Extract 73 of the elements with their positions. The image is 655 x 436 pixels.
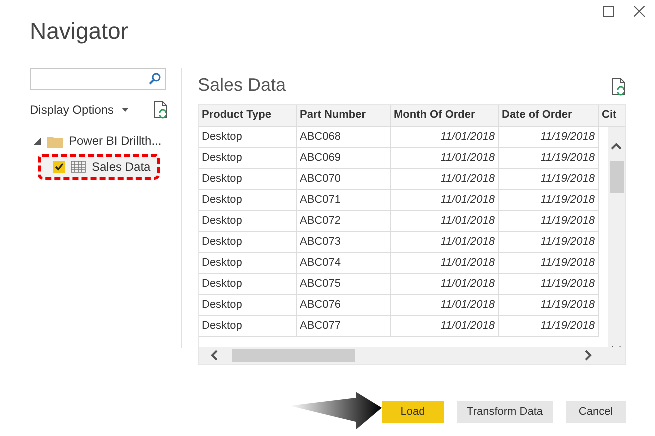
- refresh-icon[interactable]: [154, 101, 168, 119]
- table-cell: Desktop: [199, 253, 297, 274]
- expand-triangle-icon[interactable]: [34, 138, 41, 144]
- table-cell: 11/01/2018: [391, 169, 499, 190]
- scroll-thumb[interactable]: [232, 349, 355, 362]
- table-cell: 11/19/2018: [499, 211, 599, 232]
- table-cell: 11/19/2018: [499, 169, 599, 190]
- table-cell: 11/01/2018: [391, 211, 499, 232]
- search-icon[interactable]: [149, 73, 161, 85]
- maximize-icon[interactable]: [603, 6, 614, 17]
- column-header[interactable]: Product Type: [199, 105, 297, 127]
- folder-label: Power BI Drillth...: [69, 134, 162, 148]
- tree-item-label: Sales Data: [92, 160, 151, 174]
- table-cell: 11/19/2018: [499, 274, 599, 295]
- table-cell: 11/19/2018: [499, 127, 599, 148]
- scroll-right-icon[interactable]: [585, 350, 592, 361]
- table-cell: Desktop: [199, 211, 297, 232]
- table-cell: 11/01/2018: [391, 253, 499, 274]
- table-cell: 11/01/2018: [391, 295, 499, 316]
- table-cell: ABC075: [297, 274, 391, 295]
- refresh-icon[interactable]: [612, 78, 626, 96]
- column-header[interactable]: Part Number: [297, 105, 391, 127]
- table-cell: ABC068: [297, 127, 391, 148]
- table-cell: 11/01/2018: [391, 232, 499, 253]
- table-cell: Desktop: [199, 316, 297, 337]
- table-cell: ABC076: [297, 295, 391, 316]
- table-cell: Desktop: [199, 148, 297, 169]
- dialog-button[interactable]: Cancel: [566, 401, 626, 423]
- table-cell: 11/19/2018: [499, 232, 599, 253]
- table-cell: 11/19/2018: [499, 190, 599, 211]
- table-icon: [71, 161, 86, 173]
- window-title: Navigator: [30, 18, 128, 45]
- scroll-left-icon[interactable]: [211, 350, 218, 361]
- scroll-thumb[interactable]: [610, 161, 624, 193]
- table-cell: 11/01/2018: [391, 127, 499, 148]
- vertical-scrollbar[interactable]: [608, 127, 625, 349]
- dialog-button[interactable]: Transform Data: [457, 401, 554, 423]
- column-header[interactable]: Month Of Order: [391, 105, 499, 127]
- horizontal-scrollbar[interactable]: [199, 347, 625, 364]
- display-options-menu[interactable]: Display Options: [30, 103, 114, 117]
- table-cell: ABC069: [297, 148, 391, 169]
- checkbox[interactable]: [53, 161, 65, 173]
- table-cell: ABC073: [297, 232, 391, 253]
- table-cell: Desktop: [199, 169, 297, 190]
- table-cell: 11/01/2018: [391, 148, 499, 169]
- table-cell: 11/19/2018: [499, 253, 599, 274]
- table-cell: 11/19/2018: [499, 316, 599, 337]
- table-cell: Desktop: [199, 274, 297, 295]
- table-cell: ABC077: [297, 316, 391, 337]
- table-cell: 11/19/2018: [499, 148, 599, 169]
- tree-item[interactable]: Sales Data: [38, 154, 160, 180]
- search-field[interactable]: [30, 68, 166, 90]
- dialog-button[interactable]: Load: [382, 401, 444, 423]
- table-cell: ABC074: [297, 253, 391, 274]
- table-cell: 11/01/2018: [391, 316, 499, 337]
- caret-icon[interactable]: [122, 108, 130, 112]
- table-cell: ABC072: [297, 211, 391, 232]
- column-header[interactable]: Date of Order: [499, 105, 599, 127]
- table-cell: 11/19/2018: [499, 295, 599, 316]
- table-cell: Desktop: [199, 232, 297, 253]
- table-cell: Desktop: [199, 190, 297, 211]
- table-cell: 11/01/2018: [391, 190, 499, 211]
- scroll-up-icon[interactable]: [611, 143, 622, 150]
- folder-icon: [47, 134, 63, 148]
- table-cell: ABC070: [297, 169, 391, 190]
- close-icon[interactable]: [634, 6, 645, 17]
- preview-title: Sales Data: [198, 75, 286, 96]
- table-cell: Desktop: [199, 295, 297, 316]
- table-cell: ABC071: [297, 190, 391, 211]
- column-header[interactable]: Cit: [599, 105, 625, 127]
- table-cell: 11/01/2018: [391, 274, 499, 295]
- tree-folder[interactable]: Power BI Drillth...: [30, 130, 168, 152]
- table-cell: Desktop: [199, 127, 297, 148]
